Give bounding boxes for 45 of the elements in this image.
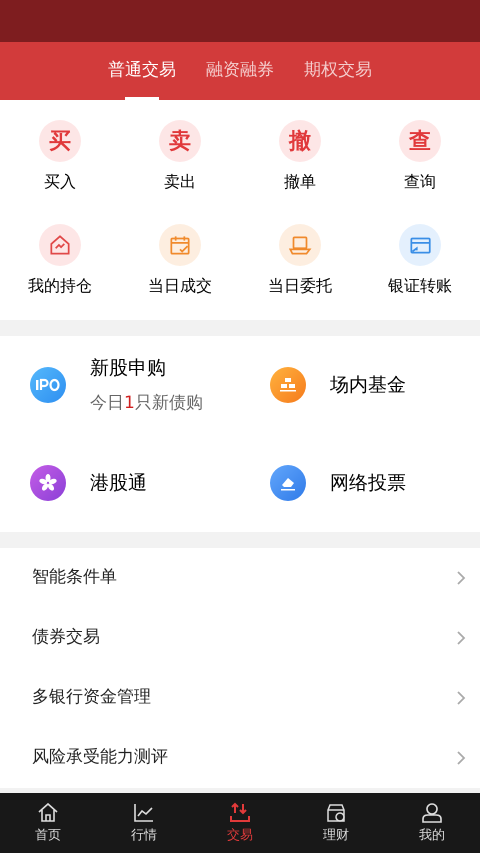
shortcut-button[interactable]: 当日成交 bbox=[120, 224, 240, 298]
service-item[interactable]: 网络投票 bbox=[240, 434, 480, 532]
person-icon bbox=[420, 800, 444, 825]
shortcut-button[interactable]: 我的持仓 bbox=[0, 224, 120, 298]
menu-row[interactable]: 风险承受能力测评 bbox=[0, 728, 480, 788]
new-bond-note: 今日 1只新债购 bbox=[90, 392, 203, 414]
service-title: 网络投票 bbox=[330, 470, 406, 496]
shortcut-button[interactable]: 当日委托 bbox=[240, 224, 360, 298]
nav-tab[interactable]: 行情 bbox=[96, 793, 192, 853]
nav-tab[interactable]: 交易 bbox=[192, 793, 288, 853]
bullion-icon bbox=[270, 367, 306, 403]
action-button[interactable]: 查 查询 bbox=[360, 120, 480, 194]
service-item[interactable]: 场内基金 bbox=[240, 336, 480, 434]
action-glyph-icon: 撤 bbox=[279, 120, 321, 162]
menu-row[interactable]: 债券交易 bbox=[0, 608, 480, 668]
menu-row[interactable]: 多银行资金管理 bbox=[0, 668, 480, 728]
house-chart-icon bbox=[39, 224, 81, 266]
calendar-check-icon bbox=[159, 224, 201, 266]
menu-row[interactable]: 智能条件单 bbox=[0, 548, 480, 608]
exchange-arrows-icon bbox=[228, 800, 252, 825]
service-title: 新股申购 bbox=[90, 356, 167, 381]
home-icon bbox=[36, 800, 60, 825]
action-button[interactable]: 撤 撤单 bbox=[240, 120, 360, 194]
chevron-right-icon bbox=[456, 690, 466, 706]
chevron-right-icon bbox=[456, 630, 466, 646]
nav-tab[interactable]: 我的 bbox=[384, 793, 480, 853]
action-button[interactable]: 卖 卖出 bbox=[120, 120, 240, 194]
chevron-right-icon bbox=[456, 750, 466, 766]
nav-tab[interactable]: 首页 bbox=[0, 793, 96, 853]
trade-tab[interactable]: 普通交易 bbox=[108, 42, 176, 100]
action-button[interactable]: 买 买入 bbox=[0, 120, 120, 194]
action-glyph-icon: 查 bbox=[399, 120, 441, 162]
service-item[interactable]: 新股申购 今日 1只新债购 bbox=[0, 336, 240, 434]
action-glyph-icon: 卖 bbox=[159, 120, 201, 162]
chevron-right-icon bbox=[456, 570, 466, 586]
service-title: 港股通 bbox=[90, 470, 147, 496]
nav-tab[interactable]: 理财 bbox=[288, 793, 384, 853]
card-transfer-icon bbox=[399, 224, 441, 266]
service-title: 场内基金 bbox=[330, 372, 406, 398]
shortcut-button[interactable]: 银证转账 bbox=[360, 224, 480, 298]
service-item[interactable]: 港股通 bbox=[0, 434, 240, 532]
ballot-icon bbox=[270, 465, 306, 501]
flower-icon bbox=[30, 465, 66, 501]
action-glyph-icon: 买 bbox=[39, 120, 81, 162]
ipo-icon bbox=[30, 367, 66, 403]
